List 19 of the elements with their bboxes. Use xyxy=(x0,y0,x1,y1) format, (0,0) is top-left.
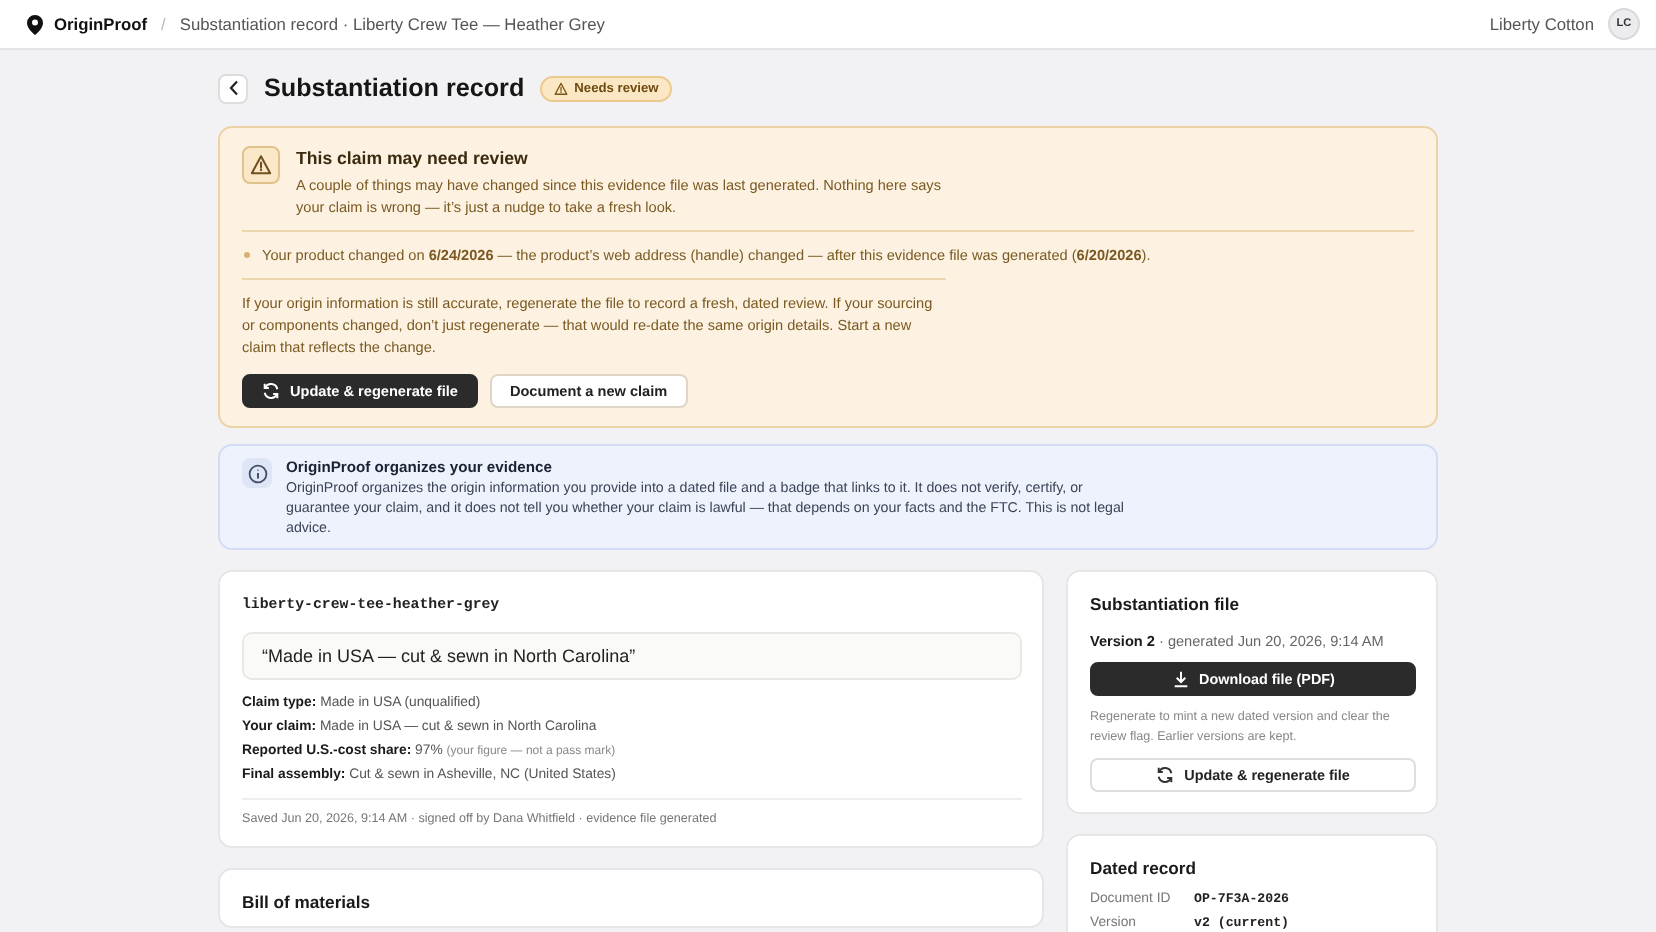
page-title: Substantiation record xyxy=(264,74,525,102)
brand-name[interactable]: OriginProof xyxy=(54,14,148,34)
back-button[interactable] xyxy=(218,73,248,103)
record-title: Dated record xyxy=(1090,858,1199,878)
warning-icon xyxy=(554,81,569,95)
refresh-icon xyxy=(1156,766,1175,784)
bom-title: Bill of materials xyxy=(242,892,372,912)
download-icon xyxy=(1171,670,1190,688)
warning-icon xyxy=(250,154,272,176)
pin-icon xyxy=(26,13,44,35)
breadcrumb-separator: / xyxy=(161,14,166,34)
account-name: Liberty Cotton xyxy=(1489,14,1594,34)
breadcrumb: Substantiation record · Liberty Crew Tee — Heather Grey xyxy=(179,14,607,34)
alert-title: This claim may need review xyxy=(296,148,530,168)
refresh-icon xyxy=(262,382,280,400)
back-icon xyxy=(227,80,239,96)
file-title: Substantiation file xyxy=(1090,594,1241,614)
claim-quote: “Made in USA — cut & sewn in North Carolina” xyxy=(242,632,1022,680)
info-icon xyxy=(247,463,267,483)
